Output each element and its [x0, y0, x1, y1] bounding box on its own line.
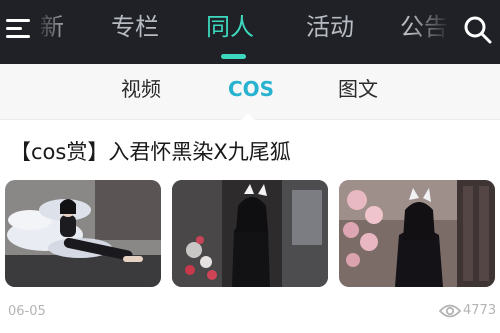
eye-icon	[439, 304, 461, 318]
search-icon[interactable]	[462, 14, 494, 46]
subtab-image-text[interactable]: 图文	[338, 74, 378, 104]
tab-fan-works[interactable]: 同人	[206, 12, 254, 42]
tab-scroll-fade-left	[30, 0, 70, 60]
subtab-cos[interactable]: COS	[228, 74, 274, 104]
view-count: 4773	[463, 303, 497, 318]
top-nav-bar: 新 专栏 同人 活动 公告	[0, 0, 500, 64]
cosplay-photo-1[interactable]	[5, 180, 161, 287]
article-title[interactable]: 【cos赏】入君怀黑染X九尾狐	[10, 138, 291, 166]
article-date: 06-05	[8, 304, 46, 319]
cosplay-photo-2[interactable]	[172, 180, 328, 287]
subtab-pointer	[240, 113, 256, 121]
active-tab-indicator	[221, 54, 246, 59]
tab-scroll-fade-right	[410, 0, 460, 60]
subtab-video[interactable]: 视频	[121, 74, 161, 104]
tab-column[interactable]: 专栏	[111, 12, 159, 42]
tab-events[interactable]: 活动	[306, 12, 354, 42]
sub-tab-bar: 视频 COS 图文	[0, 64, 500, 120]
cosplay-photo-3[interactable]	[339, 180, 495, 287]
